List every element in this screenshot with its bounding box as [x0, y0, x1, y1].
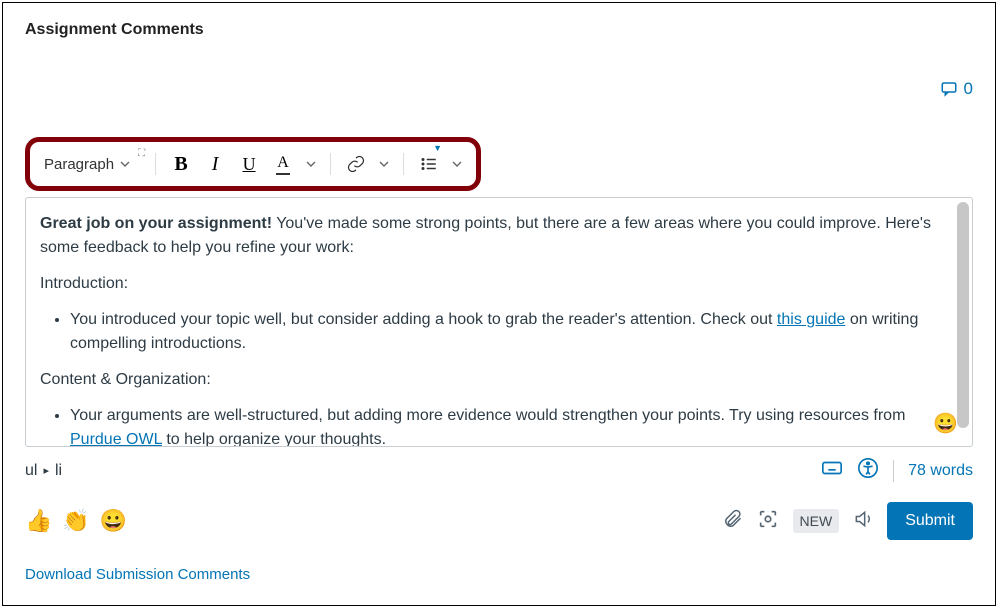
path-ul: ul [25, 462, 37, 480]
accessibility-icon [857, 457, 879, 479]
text-color-button[interactable]: A [268, 149, 298, 179]
path-li: li [55, 462, 62, 480]
link-icon [346, 154, 366, 174]
comment-count-value: 0 [964, 79, 973, 99]
keyboard-icon [821, 457, 843, 479]
section2-pre: Your arguments are well-structured, but … [70, 407, 905, 424]
editor-status-bar: ul ▸ li 78 words [25, 457, 973, 484]
chevron-down-icon [120, 159, 130, 169]
keyboard-shortcuts-button[interactable] [821, 457, 843, 484]
action-row: 👍 👏 😀 NEW Submit [25, 502, 973, 540]
chevron-down-icon [379, 159, 389, 169]
scrollbar-thumb[interactable] [957, 202, 969, 428]
underline-button[interactable]: U [234, 149, 264, 179]
this-guide-link[interactable]: this guide [777, 311, 846, 328]
comment-count[interactable]: 0 [940, 79, 973, 99]
section1-heading: Introduction: [40, 272, 942, 296]
path-sep: ▸ [43, 464, 49, 477]
assignment-comments-panel: Assignment Comments 0 Paragraph ⛶ B I U … [2, 2, 996, 606]
emoji-thumbs-up[interactable]: 👍 [25, 508, 52, 534]
accessibility-checker-button[interactable] [857, 457, 879, 484]
right-actions: NEW Submit [723, 502, 973, 540]
text-color-more-button[interactable] [302, 149, 320, 179]
chevron-down-icon [452, 159, 462, 169]
section1-list: You introduced your topic well, but cons… [40, 308, 942, 356]
opening-bold: Great job on your assignment! [40, 215, 272, 232]
section1-pre: You introduced your topic well, but cons… [70, 311, 777, 328]
bold-button[interactable]: B [166, 149, 196, 179]
list-item: Your arguments are well-structured, but … [70, 404, 942, 446]
bullet-list-button[interactable]: ▼ [414, 149, 444, 179]
link-more-button[interactable] [375, 149, 393, 179]
italic-button[interactable]: I [200, 149, 230, 179]
separator [403, 153, 404, 175]
rich-text-editor[interactable]: Great job on your assignment! You've mad… [25, 197, 973, 447]
formatting-toolbar-highlight: Paragraph ⛶ B I U A ▼ [25, 137, 481, 191]
element-path[interactable]: ul ▸ li [25, 462, 62, 480]
list-more-button[interactable] [448, 149, 466, 179]
audio-icon [853, 509, 873, 529]
link-button[interactable] [341, 149, 371, 179]
header-row: Assignment Comments 0 [25, 21, 973, 99]
chevron-down-icon [306, 159, 316, 169]
block-format-label: Paragraph [44, 156, 114, 173]
list-item: You introduced your topic well, but cons… [70, 308, 942, 356]
attach-file-button[interactable] [723, 509, 743, 534]
list-icon [420, 155, 438, 173]
section2-heading: Content & Organization: [40, 368, 942, 392]
status-right: 78 words [821, 457, 973, 484]
section2-post: to help organize your thoughts. [162, 431, 386, 446]
word-count[interactable]: 78 words [908, 462, 973, 480]
editor-content[interactable]: Great job on your assignment! You've mad… [26, 198, 972, 446]
media-capture-icon [757, 508, 779, 530]
fullscreen-hint-icon: ⛶ [138, 148, 145, 159]
separator [155, 153, 156, 175]
paperclip-icon [723, 509, 743, 529]
speech-recognition-button[interactable] [853, 509, 873, 534]
block-format-select[interactable]: Paragraph [40, 154, 134, 175]
separator [893, 460, 894, 482]
emoji-clap[interactable]: 👏 [62, 508, 89, 534]
emoji-grin[interactable]: 😀 [100, 508, 127, 534]
emoji-reactions: 👍 👏 😀 [25, 508, 127, 534]
download-submission-comments-link[interactable]: Download Submission Comments [25, 566, 973, 583]
separator [330, 153, 331, 175]
comment-icon [940, 80, 958, 98]
media-record-button[interactable] [757, 508, 779, 535]
new-badge: NEW [793, 509, 840, 533]
submit-button[interactable]: Submit [887, 502, 973, 540]
page-title: Assignment Comments [25, 21, 204, 39]
section2-list: Your arguments are well-structured, but … [40, 404, 942, 446]
purdue-owl-link[interactable]: Purdue OWL [70, 431, 162, 446]
